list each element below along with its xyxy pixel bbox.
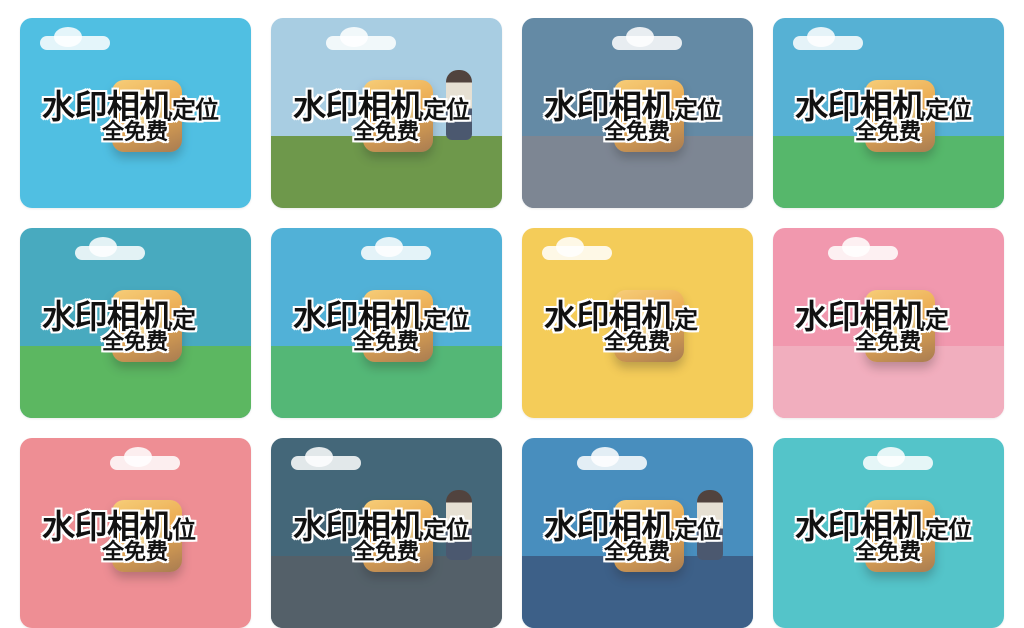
tile-subtitle: 全免费	[102, 540, 169, 565]
tile-subtitle: 全免费	[855, 330, 922, 355]
thumbnail-tile[interactable]: 水印相机定位 全免费	[773, 438, 1004, 628]
tile-title-suffix: 定位	[674, 96, 721, 124]
tile-title-suffix: 定	[674, 306, 698, 334]
thumbnail-tile[interactable]: 水印相机定位 全免费	[522, 438, 753, 628]
thumbnail-tile[interactable]: 水印相机定 全免费	[20, 228, 251, 418]
thumbnail-tile[interactable]: 水印相机定位 全免费	[773, 18, 1004, 208]
tile-title-suffix: 定	[925, 306, 949, 334]
thumbnail-tile[interactable]: 水印相机定位 全免费	[20, 18, 251, 208]
thumbnail-tile[interactable]: 水印相机定位 全免费	[522, 18, 753, 208]
thumbnail-tile[interactable]: 水印相机定 全免费	[522, 228, 753, 418]
tile-title-suffix: 位	[172, 516, 196, 544]
tile-subtitle: 全免费	[102, 330, 169, 355]
tile-subtitle: 全免费	[604, 540, 671, 565]
tile-subtitle: 全免费	[604, 330, 671, 355]
thumbnail-tile[interactable]: 水印相机定位 全免费	[271, 438, 502, 628]
tile-title-suffix: 定位	[423, 96, 470, 124]
tile-title-suffix: 定位	[925, 96, 972, 124]
tile-title-suffix: 定	[172, 306, 196, 334]
thumbnail-grid: 水印相机定位 全免费 水印相机定位 全免费 水印相机定位 全免费 水印相机定位 全免费 水印相机…	[20, 18, 1004, 628]
tile-subtitle: 全免费	[353, 540, 420, 565]
thumbnail-tile[interactable]: 水印相机定 全免费	[773, 228, 1004, 418]
tile-title-suffix: 定位	[674, 516, 721, 544]
tile-title-suffix: 定位	[423, 306, 470, 334]
thumbnail-tile[interactable]: 水印相机位 全免费	[20, 438, 251, 628]
tile-subtitle: 全免费	[855, 120, 922, 145]
tile-subtitle: 全免费	[102, 120, 169, 145]
thumbnail-tile[interactable]: 水印相机定位 全免费	[271, 18, 502, 208]
tile-subtitle: 全免费	[604, 120, 671, 145]
tile-title-suffix: 定位	[423, 516, 470, 544]
tile-title-suffix: 定位	[925, 516, 972, 544]
tile-subtitle: 全免费	[855, 540, 922, 565]
tile-subtitle: 全免费	[353, 330, 420, 355]
tile-title-suffix: 定位	[172, 96, 219, 124]
thumbnail-tile[interactable]: 水印相机定位 全免费	[271, 228, 502, 418]
tile-subtitle: 全免费	[353, 120, 420, 145]
